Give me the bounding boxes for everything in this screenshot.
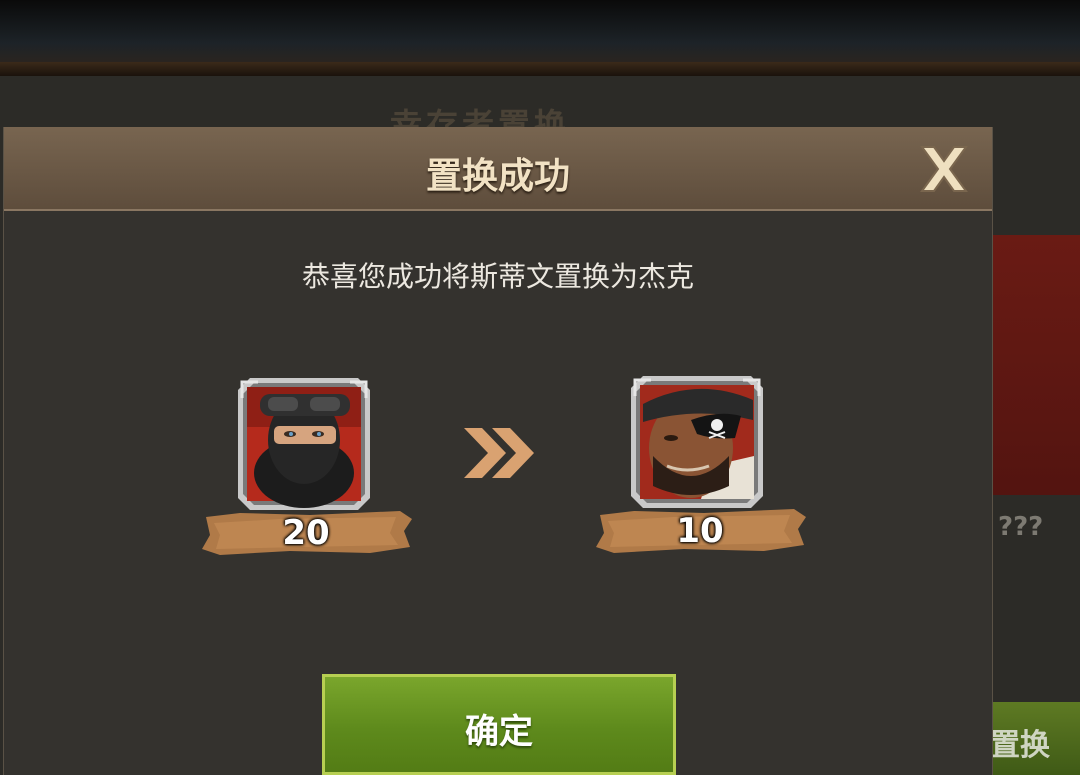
confirm-button-label: 确定 <box>465 712 533 752</box>
confirm-button[interactable]: 确定 <box>322 674 676 775</box>
from-hero-level: 20 <box>282 513 330 553</box>
exchange-success-dialog: 置换成功 恭喜您成功将斯蒂文置换为杰克 20 10 确定 <box>3 127 993 775</box>
dialog-message: 恭喜您成功将斯蒂文置换为杰克 <box>301 260 694 293</box>
background-exchange-label: 置换 <box>990 728 1050 763</box>
top-bar <box>0 0 1080 62</box>
close-button[interactable] <box>916 143 972 195</box>
masked-soldier-portrait <box>238 378 370 510</box>
pirate-eyepatch-portrait <box>631 376 763 508</box>
to-hero-level: 10 <box>676 511 724 551</box>
top-border <box>0 62 1080 76</box>
close-x-icon <box>920 146 968 192</box>
dialog-header: 置换成功 <box>4 127 992 211</box>
from-hero-card <box>238 378 370 510</box>
game-screen: 幸存者置换 ??? 置换 置换成功 恭喜您成功将斯蒂文置换为杰克 20 10 确… <box>0 0 1080 775</box>
dialog-title: 置换成功 <box>425 156 570 197</box>
background-hero-card <box>992 235 1080 495</box>
to-hero-card <box>631 376 763 508</box>
background-card-placeholder: ??? <box>998 512 1044 542</box>
double-chevron-right-icon <box>464 428 534 478</box>
